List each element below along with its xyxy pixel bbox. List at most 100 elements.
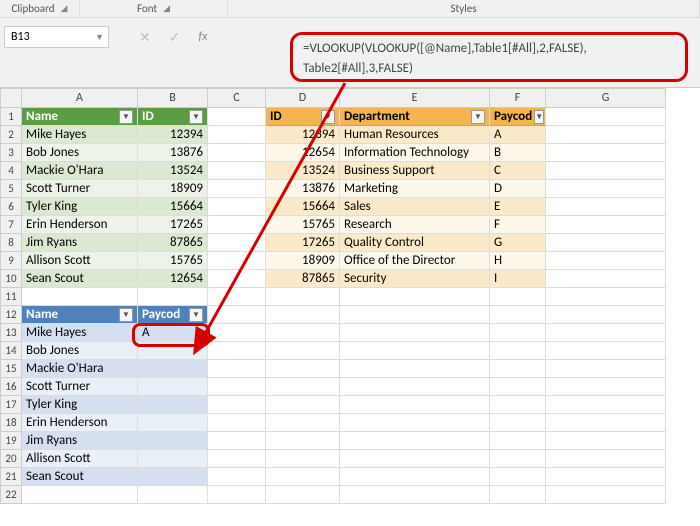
cell[interactable] [208, 216, 266, 234]
col-header[interactable]: C [208, 88, 266, 108]
cell[interactable] [340, 432, 490, 450]
row-header[interactable]: 21 [0, 468, 22, 486]
cell[interactable] [208, 414, 266, 432]
table2-paycode[interactable]: C [490, 162, 546, 180]
table1-name[interactable]: Allison Scott [22, 252, 138, 270]
cell[interactable] [208, 360, 266, 378]
cell[interactable] [340, 342, 490, 360]
filter-dropdown-icon[interactable]: ▼ [119, 110, 133, 124]
cell[interactable] [490, 396, 546, 414]
cell[interactable] [546, 126, 666, 144]
name-box[interactable]: B13 ▼ [4, 26, 109, 48]
cell[interactable] [340, 450, 490, 468]
table3-name[interactable]: Allison Scott [22, 450, 138, 468]
table3-paycode[interactable] [138, 468, 208, 486]
cell[interactable] [546, 324, 666, 342]
table3-name[interactable]: Bob Jones [22, 342, 138, 360]
filter-dropdown-icon[interactable]: ▼ [321, 110, 335, 124]
row-header[interactable]: 1 [0, 108, 22, 126]
cell[interactable] [546, 396, 666, 414]
cell[interactable] [546, 342, 666, 360]
filter-dropdown-icon[interactable]: ▼ [534, 110, 544, 124]
cell[interactable] [490, 414, 546, 432]
cell[interactable] [208, 432, 266, 450]
row-header[interactable]: 12 [0, 306, 22, 324]
table2-dept[interactable]: Human Resources [340, 126, 490, 144]
cell[interactable] [208, 450, 266, 468]
table2-dept[interactable]: Security [340, 270, 490, 288]
cell[interactable] [546, 468, 666, 486]
table3-name[interactable]: Erin Henderson [22, 414, 138, 432]
select-all-corner[interactable] [0, 88, 22, 108]
row-header[interactable]: 14 [0, 342, 22, 360]
cell[interactable] [266, 468, 340, 486]
cell[interactable] [546, 144, 666, 162]
cell[interactable] [546, 378, 666, 396]
row-header[interactable]: 13 [0, 324, 22, 342]
cell[interactable] [340, 414, 490, 432]
table3-name[interactable]: Scott Turner [22, 378, 138, 396]
table2-paycode[interactable]: G [490, 234, 546, 252]
cell[interactable] [546, 450, 666, 468]
table3-paycode[interactable] [138, 450, 208, 468]
filter-dropdown-icon[interactable]: ▼ [189, 110, 203, 124]
table3-header-paycode[interactable]: Paycod▼ [138, 306, 208, 324]
col-header[interactable]: B [138, 88, 208, 108]
table3-paycode[interactable] [138, 378, 208, 396]
table1-name[interactable]: Sean Scout [22, 270, 138, 288]
cell[interactable] [546, 162, 666, 180]
enter-icon[interactable]: ✓ [169, 29, 181, 46]
table2-id[interactable]: 17265 [266, 234, 340, 252]
table1-id[interactable]: 87865 [138, 234, 208, 252]
dialog-launcher-icon[interactable]: ◢ [163, 3, 170, 14]
col-header[interactable]: G [546, 88, 666, 108]
cell[interactable] [490, 360, 546, 378]
cell[interactable] [546, 252, 666, 270]
table2-header-id[interactable]: ID▼ [266, 108, 340, 126]
table2-id[interactable]: 13876 [266, 180, 340, 198]
table3-paycode[interactable]: A [138, 324, 208, 342]
cell[interactable] [340, 360, 490, 378]
cell[interactable] [490, 486, 546, 504]
table2-paycode[interactable]: I [490, 270, 546, 288]
row-header[interactable]: 18 [0, 414, 22, 432]
cell[interactable] [490, 378, 546, 396]
dialog-launcher-icon[interactable]: ◢ [61, 3, 68, 14]
table3-name[interactable]: Mackie O'Hara [22, 360, 138, 378]
table2-dept[interactable]: Sales [340, 198, 490, 216]
cell[interactable] [208, 288, 266, 306]
cancel-icon[interactable]: ✕ [139, 29, 151, 46]
cell[interactable] [266, 378, 340, 396]
cell[interactable] [208, 144, 266, 162]
cell[interactable] [266, 342, 340, 360]
table2-dept[interactable]: Business Support [340, 162, 490, 180]
cell[interactable] [490, 432, 546, 450]
table3-paycode[interactable] [138, 360, 208, 378]
cell[interactable] [208, 180, 266, 198]
cell[interactable] [546, 270, 666, 288]
filter-dropdown-icon[interactable]: ▼ [189, 308, 203, 322]
cell[interactable] [208, 270, 266, 288]
chevron-down-icon[interactable]: ▼ [95, 32, 104, 43]
table1-id[interactable]: 12654 [138, 270, 208, 288]
table1-name[interactable]: Mackie O'Hara [22, 162, 138, 180]
table2-header-paycode[interactable]: Paycod▼ [490, 108, 546, 126]
row-header[interactable]: 8 [0, 234, 22, 252]
table2-id[interactable]: 87865 [266, 270, 340, 288]
cell[interactable] [546, 198, 666, 216]
row-header[interactable]: 10 [0, 270, 22, 288]
cell[interactable] [138, 486, 208, 504]
cell[interactable] [546, 306, 666, 324]
row-header[interactable]: 22 [0, 486, 22, 504]
row-header[interactable]: 4 [0, 162, 22, 180]
col-header[interactable]: E [340, 88, 490, 108]
table3-name[interactable]: Tyler King [22, 396, 138, 414]
table1-header-name[interactable]: Name▼ [22, 108, 138, 126]
table2-id[interactable]: 15765 [266, 216, 340, 234]
table2-paycode[interactable]: B [490, 144, 546, 162]
cell[interactable] [208, 324, 266, 342]
cell[interactable] [266, 414, 340, 432]
cell[interactable] [208, 396, 266, 414]
table1-id[interactable]: 13876 [138, 144, 208, 162]
table2-paycode[interactable]: E [490, 198, 546, 216]
